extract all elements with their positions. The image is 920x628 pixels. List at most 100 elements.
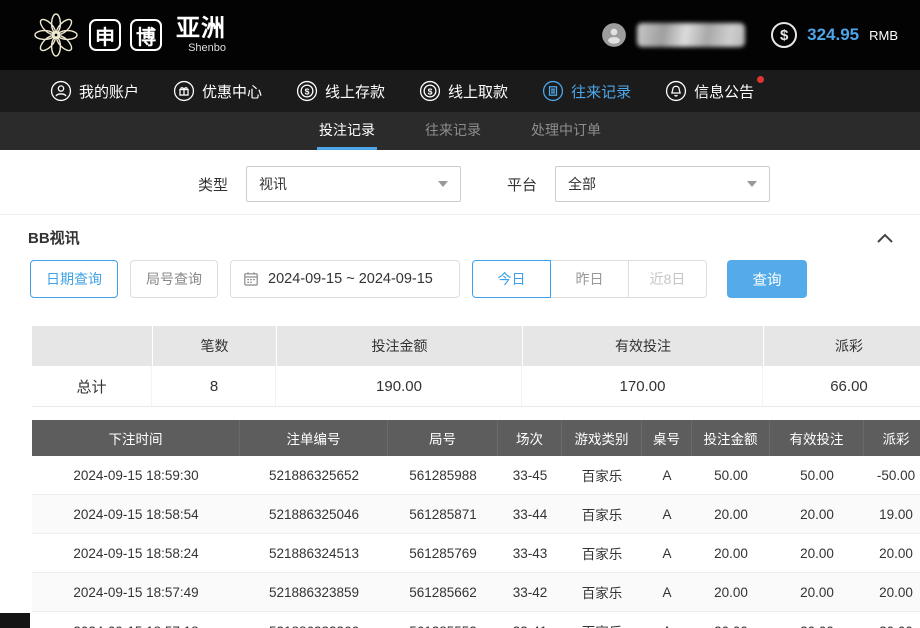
chevron-down-icon <box>438 181 448 187</box>
records-table: 下注时间 注单编号 局号 场次 游戏类别 桌号 投注金额 有效投注 派彩 202… <box>32 420 920 628</box>
col-header-valid-bet: 有效投注 <box>770 420 864 456</box>
collapse-chevron-up-icon[interactable] <box>876 232 894 244</box>
cell-bet-link[interactable]: 20.00 <box>692 495 770 533</box>
col-header-order-no: 注单编号 <box>240 420 388 456</box>
cell-table-no: A <box>642 534 692 572</box>
summary-total-count: 8 <box>153 366 276 406</box>
calendar-icon <box>243 271 259 287</box>
cell-order-no: 521886325652 <box>240 456 388 494</box>
cell-valid: 50.00 <box>770 456 864 494</box>
summary-header-count: 笔数 <box>153 326 276 366</box>
cell-bet-link[interactable]: 20.00 <box>692 612 770 628</box>
cell-bet-link[interactable]: 50.00 <box>692 456 770 494</box>
cell-valid: 20.00 <box>770 612 864 628</box>
col-header-bet-amount: 投注金额 <box>692 420 770 456</box>
col-header-table-no: 桌号 <box>642 420 692 456</box>
nav-item-transaction-records[interactable]: 往来记录 <box>542 80 631 102</box>
platform-select[interactable]: 全部 <box>555 166 770 202</box>
tab-bet-records[interactable]: 投注记录 <box>317 112 377 150</box>
cell-order-no: 521886323859 <box>240 573 388 611</box>
nav-item-announcements[interactable]: 信息公告 <box>665 80 754 102</box>
cell-session: 33-42 <box>498 573 562 611</box>
balance-amount: 324.95 <box>807 25 859 45</box>
cell-bet-link[interactable]: 20.00 <box>692 534 770 572</box>
type-select[interactable]: 视讯 <box>246 166 461 202</box>
corner-floating-widget[interactable] <box>0 613 30 628</box>
yesterday-button[interactable]: 昨日 <box>550 260 629 298</box>
user-icon <box>50 80 72 102</box>
account-area: $ 324.95 RMB <box>601 22 898 48</box>
top-header: 申 博 亚洲 Shenbo $ 324.95 RMB <box>0 0 920 70</box>
table-row: 2024-09-15 18:59:30 521886325652 5612859… <box>32 456 920 495</box>
cell-table-no: A <box>642 612 692 628</box>
deposit-coin-icon: $ <box>296 80 318 102</box>
col-header-time: 下注时间 <box>32 420 240 456</box>
cell-time: 2024-09-15 18:58:54 <box>32 495 240 533</box>
summary-total-valid: 170.00 <box>523 366 763 406</box>
svg-text:$: $ <box>305 86 310 96</box>
cell-session: 33-41 <box>498 612 562 628</box>
cell-game: 百家乐 <box>562 534 642 572</box>
nav-item-online-withdrawal[interactable]: $ 线上取款 <box>419 80 508 102</box>
nav-item-promotions[interactable]: 优惠中心 <box>173 80 262 102</box>
brand-region: 亚洲 <box>176 17 226 41</box>
cell-round-no: 561285662 <box>388 573 498 611</box>
nav-item-my-account[interactable]: 我的账户 <box>50 80 139 102</box>
table-row: 2024-09-15 18:58:54 521886325046 5612858… <box>32 495 920 534</box>
platform-select-value: 全部 <box>568 174 596 194</box>
nav-label: 往来记录 <box>571 81 631 102</box>
redacted-username <box>637 23 745 47</box>
cell-order-no: 521886324513 <box>240 534 388 572</box>
date-query-button[interactable]: 日期查询 <box>30 260 118 298</box>
records-table-body: 2024-09-15 18:59:30 521886325652 5612859… <box>32 456 920 628</box>
col-header-payout: 派彩 <box>864 420 920 456</box>
tab-transaction-records[interactable]: 往来记录 <box>423 112 483 150</box>
summary-total-row: 总计 8 190.00 170.00 66.00 <box>32 366 920 407</box>
brand-subtitle: Shenbo <box>176 42 226 54</box>
nav-item-online-deposit[interactable]: $ 线上存款 <box>296 80 385 102</box>
date-range-input[interactable]: 2024-09-15 ~ 2024-09-15 <box>230 260 460 298</box>
cell-valid: 20.00 <box>770 495 864 533</box>
cell-payout: 20.00 <box>864 534 920 572</box>
cell-order-no: 521886323266 <box>240 612 388 628</box>
section-head: BB视讯 <box>0 215 920 256</box>
chevron-down-icon <box>747 181 757 187</box>
summary-table-header: 笔数 投注金额 有效投注 派彩 <box>32 326 920 366</box>
table-row: 2024-09-15 18:57:18 521886323266 5612855… <box>32 612 920 628</box>
records-icon <box>542 80 564 102</box>
svg-text:$: $ <box>428 86 433 96</box>
records-table-header: 下注时间 注单编号 局号 场次 游戏类别 桌号 投注金额 有效投注 派彩 <box>32 420 920 456</box>
table-row: 2024-09-15 18:58:24 521886324513 5612857… <box>32 534 920 573</box>
type-select-value: 视讯 <box>259 174 287 194</box>
quick-date-group: 今日 昨日 近8日 <box>472 260 707 298</box>
today-button[interactable]: 今日 <box>472 260 551 298</box>
cell-payout: 20.00 <box>864 612 920 628</box>
cell-game: 百家乐 <box>562 456 642 494</box>
cell-round-no: 561285988 <box>388 456 498 494</box>
cell-time: 2024-09-15 18:57:18 <box>32 612 240 628</box>
cell-bet-link[interactable]: 20.00 <box>692 573 770 611</box>
summary-total-label: 总计 <box>32 366 152 406</box>
balance-dollar-icon: $ <box>771 22 797 48</box>
col-header-session: 场次 <box>498 420 562 456</box>
user-avatar-icon <box>601 22 627 48</box>
date-range-value: 2024-09-15 ~ 2024-09-15 <box>268 271 433 287</box>
summary-header-bet: 投注金额 <box>277 326 522 366</box>
search-button[interactable]: 查询 <box>727 260 807 298</box>
cell-game: 百家乐 <box>562 612 642 628</box>
round-query-button[interactable]: 局号查询 <box>130 260 218 298</box>
cell-payout: 20.00 <box>864 573 920 611</box>
section-title: BB视讯 <box>28 227 80 248</box>
table-row: 2024-09-15 18:57:49 521886323859 5612856… <box>32 573 920 612</box>
brand-logo[interactable]: 申 博 亚洲 Shenbo <box>32 11 226 59</box>
notification-badge-dot <box>757 76 764 83</box>
summary-total-bet: 190.00 <box>277 366 522 406</box>
cell-time: 2024-09-15 18:58:24 <box>32 534 240 572</box>
cell-order-no: 521886325046 <box>240 495 388 533</box>
nav-label: 信息公告 <box>694 81 754 102</box>
last-8-days-button[interactable]: 近8日 <box>628 260 707 298</box>
tab-pending-orders[interactable]: 处理中订单 <box>529 112 603 150</box>
cell-session: 33-43 <box>498 534 562 572</box>
cell-table-no: A <box>642 573 692 611</box>
cell-session: 33-44 <box>498 495 562 533</box>
